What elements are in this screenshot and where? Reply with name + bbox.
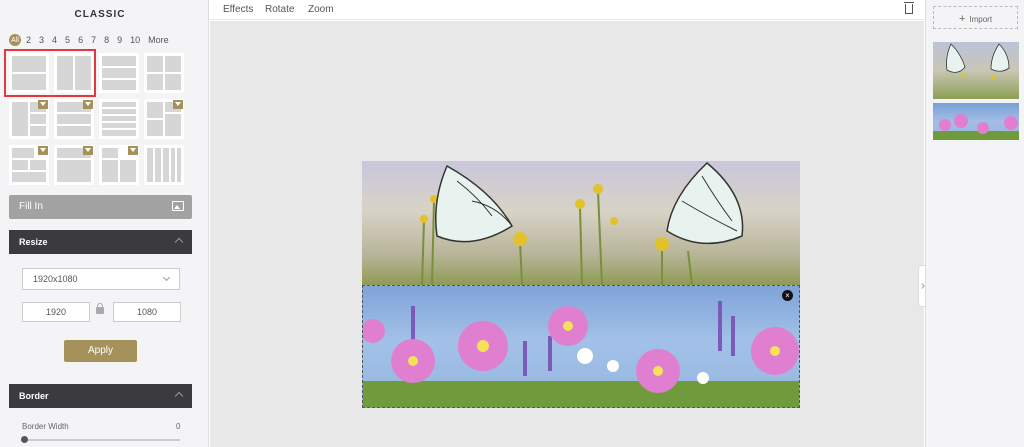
image-thumbnail-butterflies[interactable] bbox=[933, 42, 1019, 99]
resize-header-label: Resize bbox=[19, 237, 48, 247]
filter-9[interactable]: 9 bbox=[117, 35, 122, 45]
rotate-tab[interactable]: Rotate bbox=[265, 4, 294, 15]
collage-canvas: × bbox=[362, 161, 800, 408]
premium-crown-icon bbox=[83, 100, 93, 109]
resize-section-header[interactable]: Resize bbox=[9, 230, 192, 254]
thumbnail-photo bbox=[946, 43, 1010, 80]
effects-tab[interactable]: Effects bbox=[223, 4, 253, 15]
premium-crown-icon bbox=[38, 100, 48, 109]
layout-mixed-4[interactable] bbox=[9, 145, 49, 185]
premium-crown-icon bbox=[173, 100, 183, 109]
selected-layout-highlight bbox=[4, 49, 96, 97]
image-thumbnail-flowers[interactable] bbox=[933, 103, 1019, 140]
filter-5[interactable]: 5 bbox=[65, 35, 70, 45]
trash-icon[interactable] bbox=[904, 2, 914, 14]
layout-mixed-5[interactable] bbox=[54, 145, 94, 185]
plus-icon: + bbox=[958, 13, 966, 25]
filter-more[interactable]: More bbox=[148, 35, 169, 45]
zoom-tab[interactable]: Zoom bbox=[308, 4, 334, 15]
premium-crown-icon bbox=[38, 146, 48, 155]
thumbnail-photo bbox=[933, 114, 1019, 140]
import-button[interactable]: + Import bbox=[933, 6, 1018, 29]
top-toolbar: Effects Rotate Zoom bbox=[210, 0, 924, 20]
layout-mixed-2[interactable] bbox=[54, 99, 94, 139]
layout-five-rows[interactable] bbox=[99, 99, 139, 139]
border-width-value: 0 bbox=[176, 422, 181, 431]
chevron-up-icon bbox=[174, 237, 184, 247]
layout-mixed-6[interactable] bbox=[99, 145, 139, 185]
filter-2[interactable]: 2 bbox=[26, 35, 31, 45]
size-preset-value: 1920x1080 bbox=[33, 274, 78, 284]
collage-cell-bottom-flowers[interactable]: × bbox=[362, 285, 800, 408]
height-input[interactable]: 1080 bbox=[113, 302, 181, 322]
fill-in-label: Fill In bbox=[19, 201, 43, 212]
filter-6[interactable]: 6 bbox=[78, 35, 83, 45]
layout-many-columns[interactable] bbox=[144, 145, 184, 185]
layout-mixed-1[interactable] bbox=[9, 99, 49, 139]
layout-three-rows[interactable] bbox=[99, 53, 139, 93]
chevron-down-icon bbox=[162, 273, 171, 282]
layout-count-filters: All 2 3 4 5 6 7 8 9 10 More bbox=[9, 34, 177, 46]
layout-four-grid[interactable] bbox=[144, 53, 184, 93]
flowers-photo bbox=[363, 301, 799, 407]
premium-crown-icon bbox=[128, 146, 138, 155]
right-sidebar: + Import bbox=[925, 0, 1024, 447]
import-label: Import bbox=[969, 15, 993, 24]
apply-button[interactable]: Apply bbox=[64, 340, 137, 362]
collage-cell-top-butterflies[interactable] bbox=[362, 161, 800, 285]
chevron-up-icon bbox=[174, 391, 184, 401]
border-width-label: Border Width bbox=[22, 422, 69, 431]
border-width-slider-track[interactable] bbox=[24, 439, 180, 441]
filter-8[interactable]: 8 bbox=[104, 35, 109, 45]
fill-in-button[interactable]: Fill In bbox=[9, 195, 192, 219]
filter-7[interactable]: 7 bbox=[91, 35, 96, 45]
premium-crown-icon bbox=[83, 146, 93, 155]
layout-mixed-3[interactable] bbox=[144, 99, 184, 139]
image-icon bbox=[172, 201, 184, 211]
lock-icon[interactable] bbox=[96, 303, 104, 314]
border-header-label: Border bbox=[19, 391, 49, 401]
close-icon[interactable]: × bbox=[782, 290, 793, 301]
filter-3[interactable]: 3 bbox=[39, 35, 44, 45]
width-input[interactable]: 1920 bbox=[22, 302, 90, 322]
panel-title: CLASSIC bbox=[74, 9, 126, 20]
border-width-slider-handle[interactable] bbox=[21, 436, 28, 443]
size-preset-select[interactable]: 1920x1080 bbox=[22, 268, 180, 290]
filter-all[interactable]: All bbox=[9, 34, 21, 46]
left-sidebar: CLASSIC All 2 3 4 5 6 7 8 9 10 More Fill… bbox=[0, 0, 209, 447]
filter-4[interactable]: 4 bbox=[52, 35, 57, 45]
border-section-header[interactable]: Border bbox=[9, 384, 192, 408]
filter-10[interactable]: 10 bbox=[130, 35, 140, 45]
collapse-right-panel-handle[interactable] bbox=[918, 265, 925, 307]
butterflies-photo bbox=[420, 162, 744, 285]
